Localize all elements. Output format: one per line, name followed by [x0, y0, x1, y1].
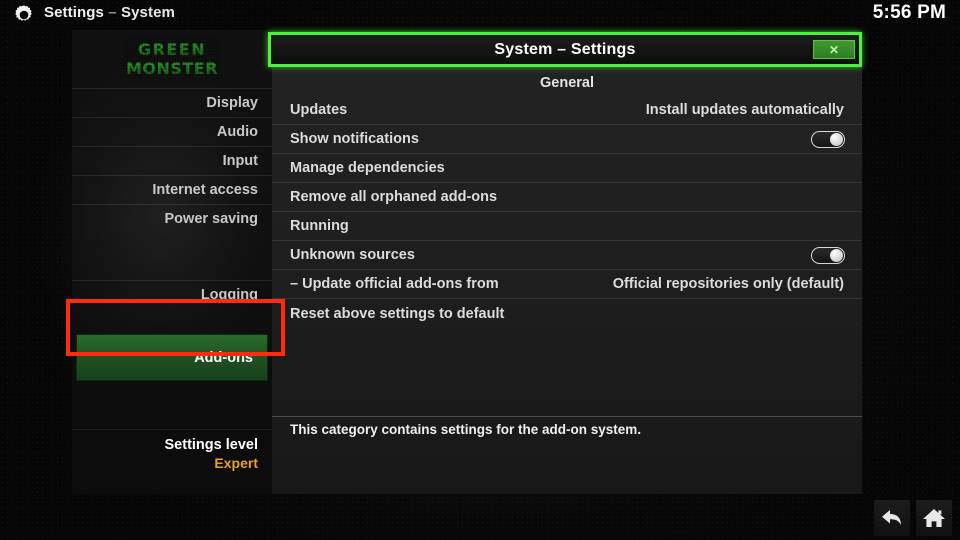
setting-label: Running — [290, 218, 349, 234]
bottom-nav-buttons — [874, 500, 952, 536]
setting-label: Show notifications — [290, 131, 419, 147]
settings-content-panel: General Updates Install updates automati… — [272, 67, 862, 494]
settings-rows: Updates Install updates automatically Sh… — [272, 96, 862, 328]
home-icon — [923, 509, 945, 527]
sidebar-item-logging[interactable]: Logging — [72, 280, 272, 309]
sidebar-item-label: Display — [206, 95, 258, 111]
gear-icon — [12, 3, 36, 27]
setting-label: Manage dependencies — [290, 160, 445, 176]
setting-row-show-notifications[interactable]: Show notifications — [272, 125, 862, 154]
app-title-text: Settings — [44, 4, 104, 21]
dialog-title: System – Settings — [494, 40, 636, 58]
sidebar-item-label: Logging — [200, 287, 258, 303]
settings-level-value: Expert — [214, 455, 258, 471]
description-separator — [272, 416, 862, 417]
close-button[interactable]: ✕ — [813, 40, 855, 59]
sidebar-item-label: Add-ons — [194, 349, 253, 366]
setting-row-running[interactable]: Running — [272, 212, 862, 241]
setting-label: – Update official add-ons from — [290, 276, 499, 292]
setting-label: Reset above settings to default — [290, 305, 505, 322]
top-status-bar: Settings – System 5:56 PM — [0, 0, 960, 30]
app-subtitle-text: System — [121, 4, 175, 21]
kodi-settings-screen: GREEN MONSTER Display Audio Input Intern… — [0, 0, 960, 540]
unknown-sources-toggle[interactable] — [811, 246, 845, 264]
back-button[interactable] — [874, 500, 910, 536]
setting-row-manage-dependencies[interactable]: Manage dependencies — [272, 154, 862, 183]
settings-sidebar: GREEN MONSTER Display Audio Input Intern… — [32, 30, 292, 494]
setting-value: Official repositories only (default) — [612, 276, 844, 292]
setting-label: Unknown sources — [290, 247, 415, 263]
sidebar-item-label: Input — [222, 153, 258, 169]
setting-label: Updates — [290, 102, 348, 118]
setting-row-remove-orphaned-addons[interactable]: Remove all orphaned add-ons — [272, 183, 862, 212]
sidebar-item-display[interactable]: Display — [72, 88, 272, 117]
sidebar-item-input[interactable]: Input — [72, 146, 272, 175]
setting-row-updates[interactable]: Updates Install updates automatically — [272, 96, 862, 125]
show-notifications-toggle[interactable] — [811, 130, 845, 148]
home-button[interactable] — [916, 500, 952, 536]
setting-row-update-official-addons-from[interactable]: – Update official add-ons from Official … — [272, 270, 862, 299]
settings-content-inner: General Updates Install updates automati… — [272, 67, 862, 494]
toggle-knob — [830, 248, 843, 262]
settings-level-block[interactable]: Settings level Expert — [72, 429, 272, 472]
category-description: This category contains settings for the … — [290, 422, 642, 437]
settings-group-header: General — [540, 75, 594, 91]
sidebar-item-label: Audio — [216, 124, 258, 140]
clock: 5:56 PM — [872, 2, 946, 23]
setting-row-reset-settings[interactable]: Reset above settings to default — [272, 299, 862, 328]
sidebar-item-label: Power saving — [164, 211, 258, 227]
close-icon: ✕ — [828, 42, 840, 57]
green-monster-logo: GREEN MONSTER — [72, 34, 272, 86]
title-separator: – — [108, 4, 117, 21]
page-title: Settings – System — [44, 4, 175, 21]
sidebar-item-audio[interactable]: Audio — [72, 117, 272, 146]
sidebar-item-power-saving[interactable]: Power saving — [72, 204, 272, 233]
setting-row-unknown-sources[interactable]: Unknown sources — [272, 241, 862, 270]
setting-label: Remove all orphaned add-ons — [290, 189, 498, 205]
sidebar-item-addons[interactable]: Add-ons — [76, 334, 268, 381]
setting-value: Install updates automatically — [645, 102, 844, 118]
dialog-titlebar-highlight: System – Settings ✕ — [268, 32, 862, 67]
sidebar-item-label: Internet access — [152, 182, 258, 198]
settings-level-label: Settings level — [164, 437, 258, 453]
sidebar-menu: Display Audio Input Internet access Powe… — [72, 88, 272, 309]
back-arrow-icon — [882, 510, 901, 525]
dialog-titlebar: System – Settings ✕ — [271, 35, 859, 64]
toggle-knob — [830, 132, 843, 146]
sidebar-item-internet-access[interactable]: Internet access — [72, 175, 272, 204]
